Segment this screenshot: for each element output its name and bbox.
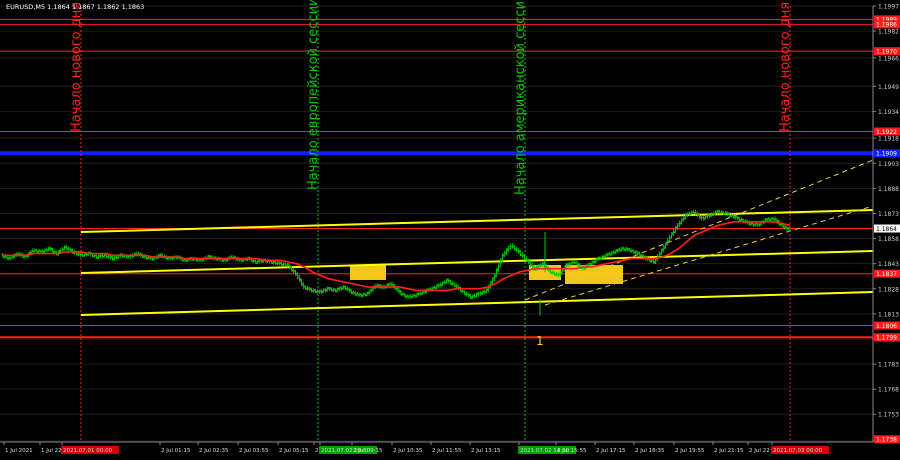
price-label-text: 1.1986 bbox=[876, 22, 897, 29]
y-tick-label: 1.1934 bbox=[878, 109, 899, 116]
y-tick-label: 1.1888 bbox=[878, 186, 899, 193]
y-tick-label: 1.1828 bbox=[878, 286, 899, 293]
x-tick-label: 2 Jul 01:15 bbox=[161, 448, 191, 454]
y-tick-label: 1.1783 bbox=[878, 362, 899, 369]
x-tick-label: 2021.07.01 00:00 bbox=[63, 448, 113, 454]
marker-1-label: 1 bbox=[536, 334, 544, 348]
price-label-text: 1.1909 bbox=[876, 151, 897, 158]
x-tick-label: 2 Jul 15:55 bbox=[557, 448, 587, 454]
x-tick-label: 2 Jul 17:15 bbox=[596, 448, 626, 454]
price-label-text: 1.1806 bbox=[876, 323, 897, 330]
y-tick-label: 1.1768 bbox=[878, 387, 899, 394]
y-tick-label: 1.1966 bbox=[878, 55, 899, 62]
x-tick-label: 2 Jul 22 bbox=[749, 448, 770, 454]
american-session-label: Начало американской сессии bbox=[513, 0, 528, 195]
price-label-text: 1.1922 bbox=[876, 129, 897, 136]
highlight-box-european bbox=[350, 265, 386, 280]
price-label-text: 1.1799 bbox=[876, 335, 897, 342]
x-tick-label: 2 Jul 18:35 bbox=[635, 448, 665, 454]
x-tick-label: 2 Jul 11:55 bbox=[432, 448, 462, 454]
symbol-header: EURUSD,M5 1.1864 1.1867 1.1862 1.1863 bbox=[6, 3, 144, 11]
x-tick-label: 2021.07.03 00:00 bbox=[773, 448, 823, 454]
highlight-box-american-2 bbox=[565, 265, 623, 284]
x-tick-label: 2 Jul 13:15 bbox=[471, 448, 501, 454]
price-label-text: 1.1864 bbox=[876, 226, 897, 233]
x-tick-label: 2 Jul 03:55 bbox=[239, 448, 269, 454]
x-tick-label: 1 Jul 2021 bbox=[5, 448, 33, 454]
european-session-label: Начало европейской сессии bbox=[306, 0, 321, 190]
x-tick-label: 2 Jul 10:35 bbox=[393, 448, 423, 454]
y-tick-label: 1.1813 bbox=[878, 311, 899, 318]
x-tick-label: 1 Jul 22: bbox=[41, 448, 64, 454]
new-day-label-right: Начало нового дня bbox=[778, 2, 793, 132]
y-tick-label: 1.1843 bbox=[878, 261, 899, 268]
new-day-label-left: Начало нового дня bbox=[69, 2, 84, 132]
price-chart[interactable]: Начало нового дня Начало нового дня Нача… bbox=[0, 0, 900, 460]
x-tick-label: 2 Jul 05:15 bbox=[279, 448, 309, 454]
price-label-text: 1.1738 bbox=[876, 437, 897, 444]
x-tick-label: 2 Jul 19:55 bbox=[675, 448, 705, 454]
y-tick-label: 1.1753 bbox=[878, 412, 899, 419]
y-tick-label: 1.1949 bbox=[878, 84, 899, 91]
x-tick-label: 2 Jul 02:35 bbox=[199, 448, 229, 454]
x-tick-label: 2 Jul 09:15 bbox=[353, 448, 383, 454]
y-tick-label: 1.1982 bbox=[878, 29, 899, 36]
y-tick-label: 1.1873 bbox=[878, 211, 899, 218]
y-tick-label: 1.1858 bbox=[878, 236, 899, 243]
price-label-text: 1.1837 bbox=[876, 271, 897, 278]
y-tick-label: 1.1997 bbox=[878, 4, 899, 11]
y-tick-label: 1.1918 bbox=[878, 136, 899, 143]
price-label-text: 1.1970 bbox=[876, 48, 897, 55]
y-tick-label: 1.1903 bbox=[878, 161, 899, 168]
x-tick-label: 2 Jul 21:15 bbox=[714, 448, 744, 454]
